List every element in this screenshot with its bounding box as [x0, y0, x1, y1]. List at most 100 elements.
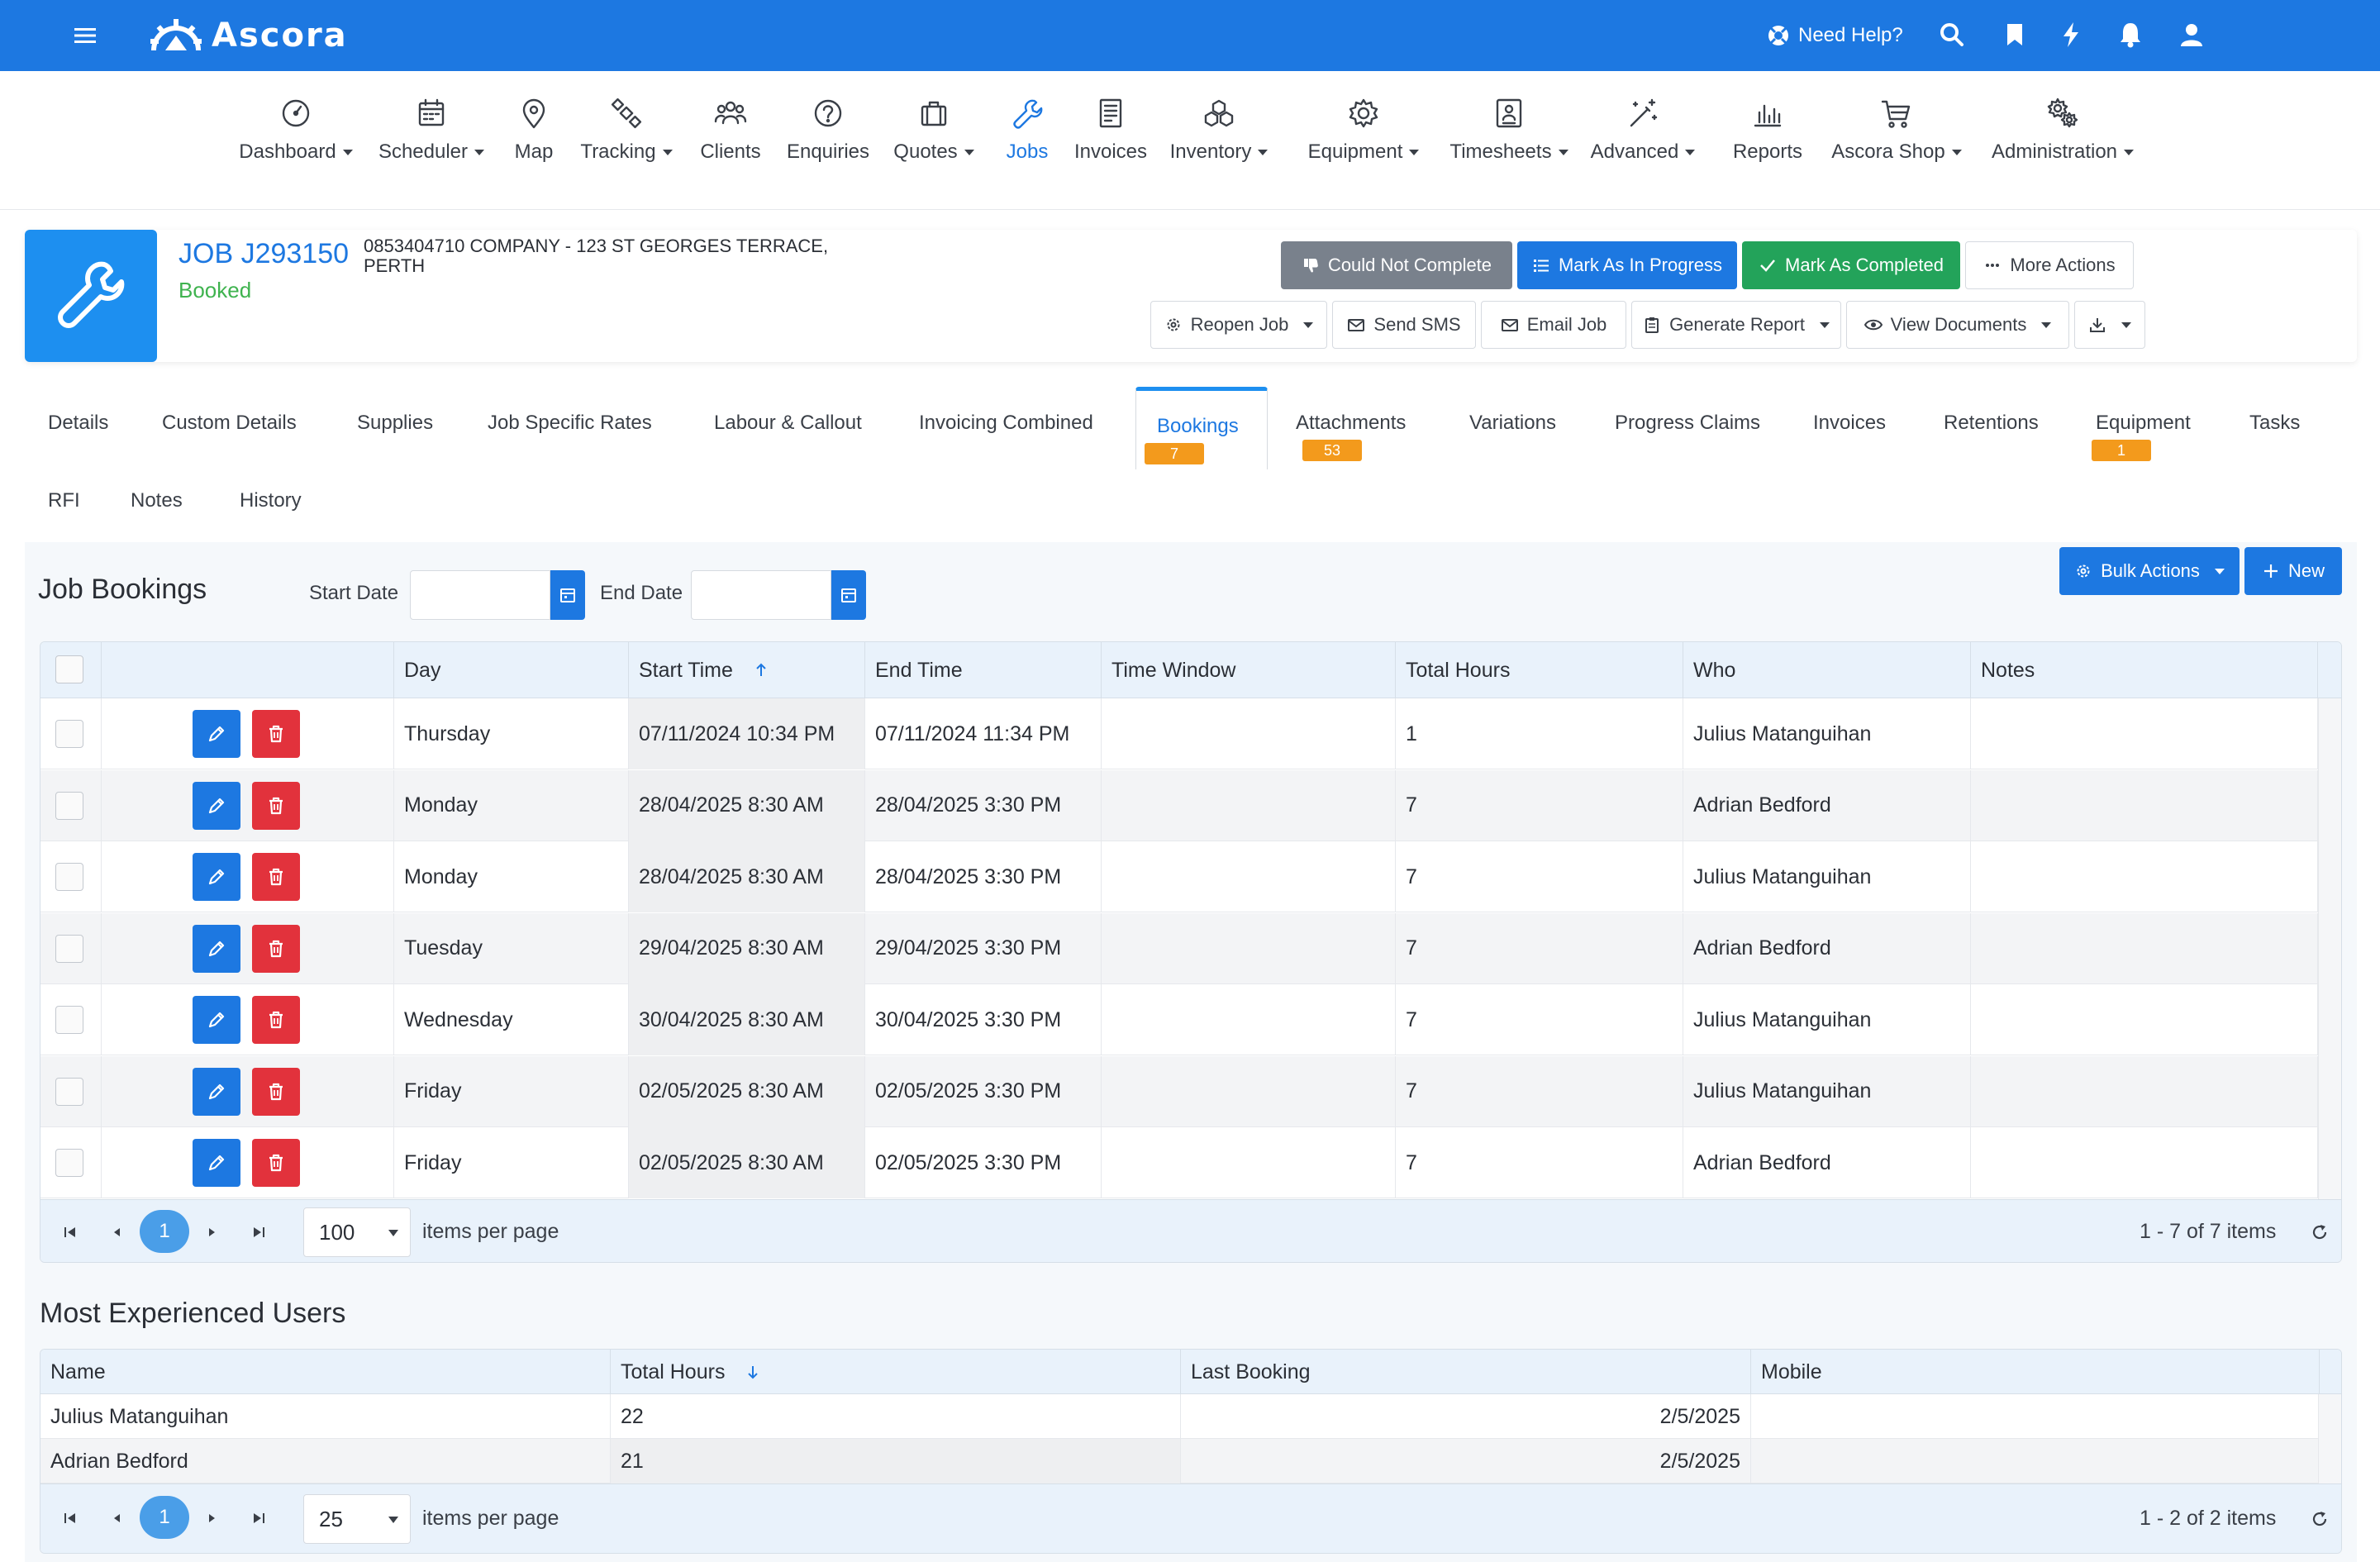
end-date-input[interactable] [691, 570, 831, 620]
edit-booking-button[interactable] [193, 1067, 240, 1116]
could-not-complete-button[interactable]: Could Not Complete [1281, 241, 1512, 289]
edit-booking-button[interactable] [193, 710, 240, 758]
first-page-icon[interactable] [60, 1222, 80, 1242]
first-page-icon[interactable] [60, 1508, 80, 1528]
page-size-select[interactable]: 100 [303, 1207, 411, 1257]
start-date-calendar-button[interactable] [550, 570, 585, 620]
column-header-label: End Time [875, 658, 963, 682]
tab-invoices[interactable]: Invoices [1813, 412, 1886, 435]
tab-rfi[interactable]: RFI [48, 489, 80, 512]
tab-supplies[interactable]: Supplies [357, 412, 433, 435]
mark-in-progress-button[interactable]: Mark As In Progress [1517, 241, 1737, 289]
previous-page-icon[interactable] [107, 1508, 126, 1528]
tab-invoicing-combined[interactable]: Invoicing Combined [919, 412, 1093, 435]
column-header-last-booking[interactable]: Last Booking [1181, 1350, 1751, 1394]
tab-equipment[interactable]: Equipment [2096, 412, 2191, 435]
edit-booking-button[interactable] [193, 853, 240, 901]
bookings-panel: Job Bookings Start Date End Date Bulk Ac… [25, 542, 2357, 1562]
experienced-users-scrollbar[interactable] [2318, 1394, 2341, 1483]
start-date-input[interactable] [410, 570, 550, 620]
ascora-logo[interactable]: Ascora [149, 13, 348, 58]
delete-booking-button[interactable] [252, 996, 300, 1044]
column-header-label: Time Window [1111, 658, 1236, 682]
column-header-mobile[interactable]: Mobile [1751, 1350, 2320, 1394]
last-page-icon[interactable] [249, 1222, 269, 1242]
delete-booking-button[interactable] [252, 710, 300, 758]
start-date-label: Start Date [309, 582, 399, 604]
tab-tasks[interactable]: Tasks [2249, 412, 2300, 435]
generate-report-button[interactable]: Generate Report [1631, 301, 1841, 349]
plus-icon [2263, 564, 2278, 578]
last-page-icon[interactable] [249, 1508, 269, 1528]
tab-labour-callout[interactable]: Labour & Callout [714, 412, 862, 435]
column-header-time-window[interactable]: Time Window [1102, 642, 1396, 698]
experienced-users-pager: 1 25 items per page 1 - 2 of 2 items [40, 1483, 2341, 1553]
reopen-job-button[interactable]: Reopen Job [1150, 301, 1327, 349]
refresh-icon[interactable] [2310, 1222, 2330, 1242]
delete-booking-button[interactable] [252, 853, 300, 901]
cell-hours: 7 [1396, 912, 1683, 984]
end-date-calendar-button[interactable] [831, 570, 866, 620]
delete-booking-button[interactable] [252, 781, 300, 830]
previous-page-icon[interactable] [107, 1222, 126, 1242]
nav-administration[interactable]: Administration [1963, 94, 2162, 164]
tab-variations[interactable]: Variations [1469, 412, 1556, 435]
download-button[interactable] [2074, 301, 2145, 349]
bell-icon[interactable] [2116, 20, 2145, 50]
page-size-select[interactable]: 25 [303, 1494, 411, 1544]
current-page-button[interactable]: 1 [140, 1496, 189, 1539]
lightning-icon[interactable] [2056, 20, 2086, 50]
current-page-button[interactable]: 1 [140, 1210, 189, 1253]
next-page-icon[interactable] [202, 1222, 222, 1242]
tab-attachments[interactable]: Attachments [1296, 412, 1406, 435]
user-profile-icon[interactable] [2177, 20, 2206, 50]
table-row: Julius Matanguihan 22 2/5/2025 [40, 1394, 2341, 1439]
sort-ascending-icon [756, 663, 766, 676]
need-help-link[interactable]: Need Help? [1767, 18, 1903, 53]
tab-custom-details[interactable]: Custom Details [162, 412, 297, 435]
bulk-actions-label: Bulk Actions [2101, 560, 2200, 581]
tab-job-specific-rates[interactable]: Job Specific Rates [488, 412, 652, 435]
tab-history[interactable]: History [240, 489, 302, 512]
tab-notes[interactable]: Notes [131, 489, 183, 512]
cell-start: 02/05/2025 8:30 AM [629, 1127, 865, 1198]
send-sms-button[interactable]: Send SMS [1332, 301, 1476, 349]
column-header-end-time[interactable]: End Time [865, 642, 1102, 698]
column-header-start-time[interactable]: Start Time [629, 642, 865, 698]
tab-progress-claims[interactable]: Progress Claims [1615, 412, 1760, 435]
select-all-checkbox[interactable] [55, 655, 83, 683]
edit-booking-button[interactable] [193, 781, 240, 830]
column-header-total-hours[interactable]: Total Hours [611, 1350, 1181, 1394]
row-actions-cell [102, 984, 394, 1055]
delete-booking-button[interactable] [252, 1139, 300, 1187]
bulk-actions-button[interactable]: Bulk Actions [2059, 547, 2240, 595]
tab-bookings[interactable]: Bookings [1157, 415, 1239, 438]
delete-booking-button[interactable] [252, 924, 300, 973]
dashboard-icon [282, 99, 310, 127]
hamburger-menu-icon[interactable] [73, 23, 98, 48]
refresh-icon[interactable] [2310, 1509, 2330, 1529]
column-header-total-hours[interactable]: Total Hours [1396, 642, 1683, 698]
more-actions-button[interactable]: More Actions [1965, 241, 2134, 289]
cell-day: Monday [394, 841, 629, 912]
tab-details[interactable]: Details [48, 412, 108, 435]
new-booking-button[interactable]: New [2244, 547, 2342, 595]
edit-booking-button[interactable] [193, 1139, 240, 1187]
edit-booking-button[interactable] [193, 996, 240, 1044]
tab-retentions[interactable]: Retentions [1944, 412, 2039, 435]
pencil-icon [208, 1012, 225, 1028]
delete-booking-button[interactable] [252, 1067, 300, 1116]
next-page-icon[interactable] [202, 1508, 222, 1528]
mark-completed-button[interactable]: Mark As Completed [1742, 241, 1960, 289]
email-job-button[interactable]: Email Job [1481, 301, 1626, 349]
column-header-who[interactable]: Who [1683, 642, 1971, 698]
edit-booking-button[interactable] [193, 924, 240, 973]
bookmark-icon[interactable] [2000, 20, 2030, 50]
view-documents-button[interactable]: View Documents [1846, 301, 2069, 349]
column-header-name[interactable]: Name [40, 1350, 611, 1394]
main-navigation: Dashboard Scheduler Map Tracking Clients Enqu… [0, 71, 2380, 210]
search-icon[interactable] [1937, 20, 1967, 50]
column-header-notes[interactable]: Notes [1971, 642, 2318, 698]
bookings-scrollbar[interactable] [2318, 698, 2341, 1199]
column-header-day[interactable]: Day [394, 642, 629, 698]
